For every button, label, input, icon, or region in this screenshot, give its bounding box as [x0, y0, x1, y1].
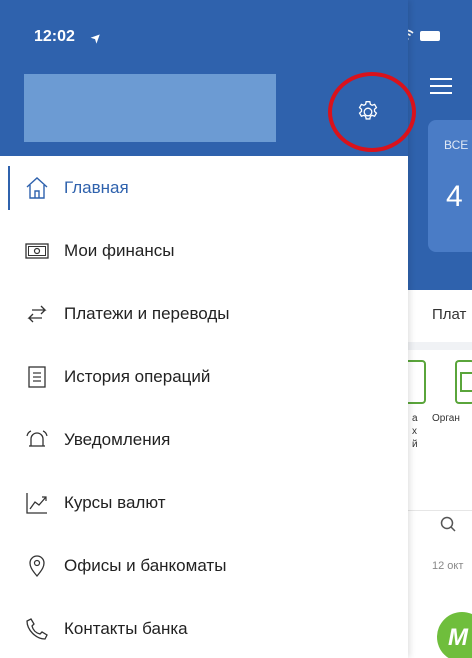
- navigation-drawer: 12:02 ➤ Главная Мои финансы Платежи и пе…: [0, 0, 416, 658]
- menu-item-label: Главная: [64, 177, 129, 197]
- divider: [408, 342, 472, 350]
- banknote-icon: [24, 238, 50, 264]
- menu-item-home[interactable]: Главная: [0, 156, 408, 219]
- divider: [408, 510, 472, 511]
- bell-icon: [24, 427, 50, 453]
- balance-card-label: ВСЕ: [444, 138, 469, 152]
- menu-item-label: Офисы и банкоматы: [64, 555, 227, 575]
- menu-item-label: Платежи и переводы: [64, 303, 230, 323]
- document-list-icon: [24, 364, 50, 390]
- tile-text: а х й: [412, 413, 418, 450]
- menu-item-contacts[interactable]: Контакты банка: [0, 597, 408, 658]
- menu-item-payments[interactable]: Платежи и переводы: [0, 282, 408, 345]
- tile-text: Орган: [432, 413, 460, 424]
- home-icon: [24, 175, 50, 201]
- payments-tab[interactable]: Плат: [432, 306, 466, 323]
- date-label: 12 окт: [432, 560, 464, 572]
- menu-item-history[interactable]: История операций: [0, 345, 408, 408]
- location-arrow-icon: ➤: [86, 28, 106, 47]
- transfer-arrows-icon: [24, 301, 50, 327]
- balance-card-amount: 4: [446, 180, 463, 213]
- chart-line-icon: [24, 490, 50, 516]
- menu-item-label: История операций: [64, 366, 211, 386]
- profile-block[interactable]: [24, 74, 276, 142]
- menu-item-label: Контакты банка: [64, 618, 188, 638]
- status-time: 12:02: [34, 28, 75, 45]
- annotation-circle: [328, 72, 416, 152]
- phone-icon: [24, 616, 50, 642]
- menu-item-exchange-rates[interactable]: Курсы валют: [0, 471, 408, 534]
- briefcase-icon: [460, 372, 472, 392]
- hamburger-icon[interactable]: [430, 78, 452, 94]
- menu-item-label: Мои финансы: [64, 240, 175, 260]
- drawer-menu: Главная Мои финансы Платежи и переводы И…: [0, 156, 408, 658]
- menu-item-offices[interactable]: Офисы и банкоматы: [0, 534, 408, 597]
- drawer-header: 12:02 ➤: [0, 0, 416, 156]
- search-icon[interactable]: [440, 516, 456, 532]
- menu-item-label: Курсы валют: [64, 492, 166, 512]
- battery-icon: [420, 31, 440, 41]
- menu-item-finances[interactable]: Мои финансы: [0, 219, 408, 282]
- menu-item-label: Уведомления: [64, 429, 171, 449]
- menu-item-notifications[interactable]: Уведомления: [0, 408, 408, 471]
- location-pin-icon: [24, 553, 50, 579]
